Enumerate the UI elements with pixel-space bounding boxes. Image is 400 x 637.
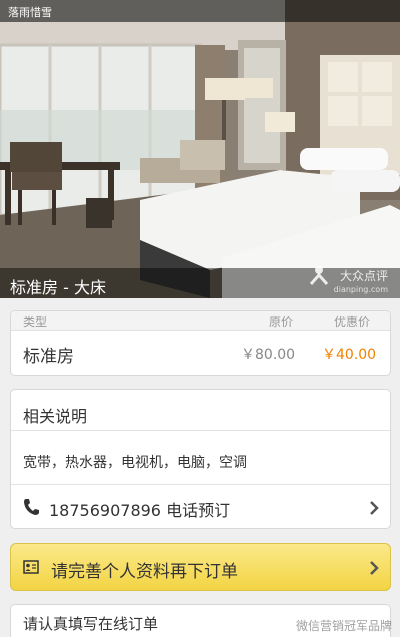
header-original-price: 原价 xyxy=(269,315,294,329)
header-discount-price: 优惠价 xyxy=(334,315,371,329)
discount-price: ￥40.00 xyxy=(322,347,377,363)
dianping-watermark: 大众点评 xyxy=(339,269,388,283)
phone-booking-row[interactable]: 18756907896 电话预订 xyxy=(11,485,390,529)
chevron-right-icon xyxy=(370,561,379,575)
order-button-label: 请完善个人资料再下订单 xyxy=(51,562,238,582)
room-photo: 标准房 - 大床 大众点评 dianping.com xyxy=(0,0,400,298)
description-title: 相关说明 xyxy=(23,407,88,426)
footer-watermark: 微信营销冠军品牌 xyxy=(295,619,392,633)
status-bar-text: 落雨惜雪 xyxy=(8,6,52,19)
price-table-header: 类型 原价 优惠价 xyxy=(11,311,390,331)
profile-card-icon xyxy=(23,560,39,574)
dianping-logo-icon xyxy=(309,266,329,285)
header-type: 类型 xyxy=(23,315,48,329)
room-type-caption: 标准房 - 大床 xyxy=(10,278,106,297)
phone-icon xyxy=(24,499,39,515)
room-photo-illustration xyxy=(0,0,400,298)
phone-booking-label: 18756907896 电话预订 xyxy=(49,501,231,520)
status-bar: 落雨惜雪 xyxy=(0,0,400,22)
table-row: 标准房 ￥80.00 ￥40.00 xyxy=(11,331,390,376)
original-price: ￥80.00 xyxy=(241,347,296,363)
complete-profile-order-button[interactable]: 请完善个人资料再下订单 xyxy=(10,543,391,591)
description-card: 相关说明 宽带，热水器，电视机，电脑，空调 18756907896 电话预订 xyxy=(10,389,391,529)
amenities-text: 宽带，热水器，电视机，电脑，空调 xyxy=(23,455,247,471)
divider xyxy=(11,430,390,431)
chevron-right-icon xyxy=(370,501,379,515)
room-name: 标准房 xyxy=(23,347,74,367)
price-table: 类型 原价 优惠价 标准房 ￥80.00 ￥40.00 xyxy=(10,310,391,376)
dianping-watermark-url: dianping.com xyxy=(333,285,388,294)
online-order-title: 请认真填写在线订单 xyxy=(23,615,159,633)
